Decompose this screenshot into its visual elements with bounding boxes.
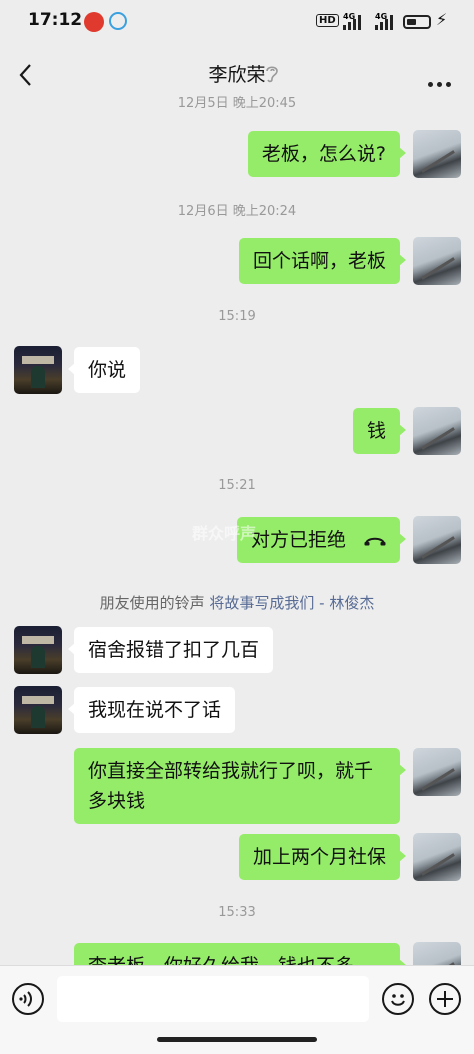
ringtone-song-link[interactable]: 将故事写成我们 - 林俊杰	[209, 594, 374, 612]
message-bubble-received[interactable]: 宿舍报错了扣了几百	[67, 627, 274, 673]
my-avatar[interactable]	[413, 130, 461, 178]
call-declined-icon	[364, 537, 386, 545]
timestamp: 12月6日 晚上20:24	[177, 204, 297, 219]
my-avatar[interactable]	[413, 407, 461, 455]
my-avatar[interactable]	[413, 942, 461, 965]
watermark: 群众呼声	[192, 524, 257, 543]
contact-avatar[interactable]	[14, 686, 62, 734]
voice-icon[interactable]	[12, 983, 44, 1015]
status-bar: 17:12 HD 4G 4G ⚡	[0, 0, 474, 44]
my-avatar[interactable]	[413, 833, 461, 881]
message-input[interactable]	[57, 976, 369, 1022]
emoji-icon[interactable]	[382, 983, 414, 1015]
message-bubble-sent[interactable]: 钱	[352, 408, 407, 454]
call-declined-text: 对方已拒绝	[250, 529, 346, 551]
message-bubble-sent[interactable]: 老板，怎么说?	[247, 131, 407, 177]
timestamp: 12月5日 晚上20:45	[177, 96, 297, 111]
app-notification-icon	[84, 12, 104, 32]
plus-icon[interactable]	[429, 983, 461, 1015]
call-declined-bubble[interactable]: 对方已拒绝	[236, 517, 407, 563]
message-bubble-sent[interactable]: 李老板，你好久给我，钱也不多	[74, 943, 406, 965]
message-bubble-received[interactable]: 我现在说不了话	[67, 687, 236, 733]
message-line: 多块钱	[88, 790, 146, 812]
message-line: 你直接全部转给我就行了呗，就千	[88, 760, 374, 782]
signal-icon: 4G	[343, 12, 361, 30]
ringtone-notice: 朋友使用的铃声 将故事写成我们 - 林俊杰	[0, 592, 474, 613]
battery-level	[407, 19, 416, 25]
signal-icon-2: 4G	[375, 12, 393, 30]
status-time: 17:12	[28, 10, 83, 30]
chat-title[interactable]: 李欣荣	[0, 60, 474, 87]
my-avatar[interactable]	[413, 748, 461, 796]
contact-avatar[interactable]	[14, 626, 62, 674]
timestamp: 15:19	[218, 309, 256, 324]
hd-badge: HD	[316, 14, 339, 27]
charging-icon: ⚡	[436, 10, 448, 29]
message-bubble-received[interactable]: 你说	[67, 347, 141, 393]
message-bubble-sent[interactable]: 回个话啊，老板	[238, 238, 407, 284]
message-bubble-sent[interactable]: 你直接全部转给我就行了呗，就千 多块钱	[74, 748, 406, 824]
home-indicator[interactable]	[157, 1037, 317, 1042]
my-avatar[interactable]	[413, 237, 461, 285]
ringtone-prefix: 朋友使用的铃声	[99, 594, 210, 612]
contact-avatar[interactable]	[14, 346, 62, 394]
my-avatar[interactable]	[413, 516, 461, 564]
ear-icon	[266, 66, 278, 83]
timestamp: 15:21	[218, 478, 256, 493]
timestamp: 15:33	[218, 905, 256, 920]
message-bubble-sent[interactable]: 加上两个月社保	[238, 834, 407, 880]
battery-icon	[403, 15, 431, 29]
chat-message-list[interactable]: 12月5日 晚上20:45 老板，怎么说? 12月6日 晚上20:24 回个话啊…	[0, 88, 474, 965]
app-notification-icon-2	[109, 12, 127, 30]
